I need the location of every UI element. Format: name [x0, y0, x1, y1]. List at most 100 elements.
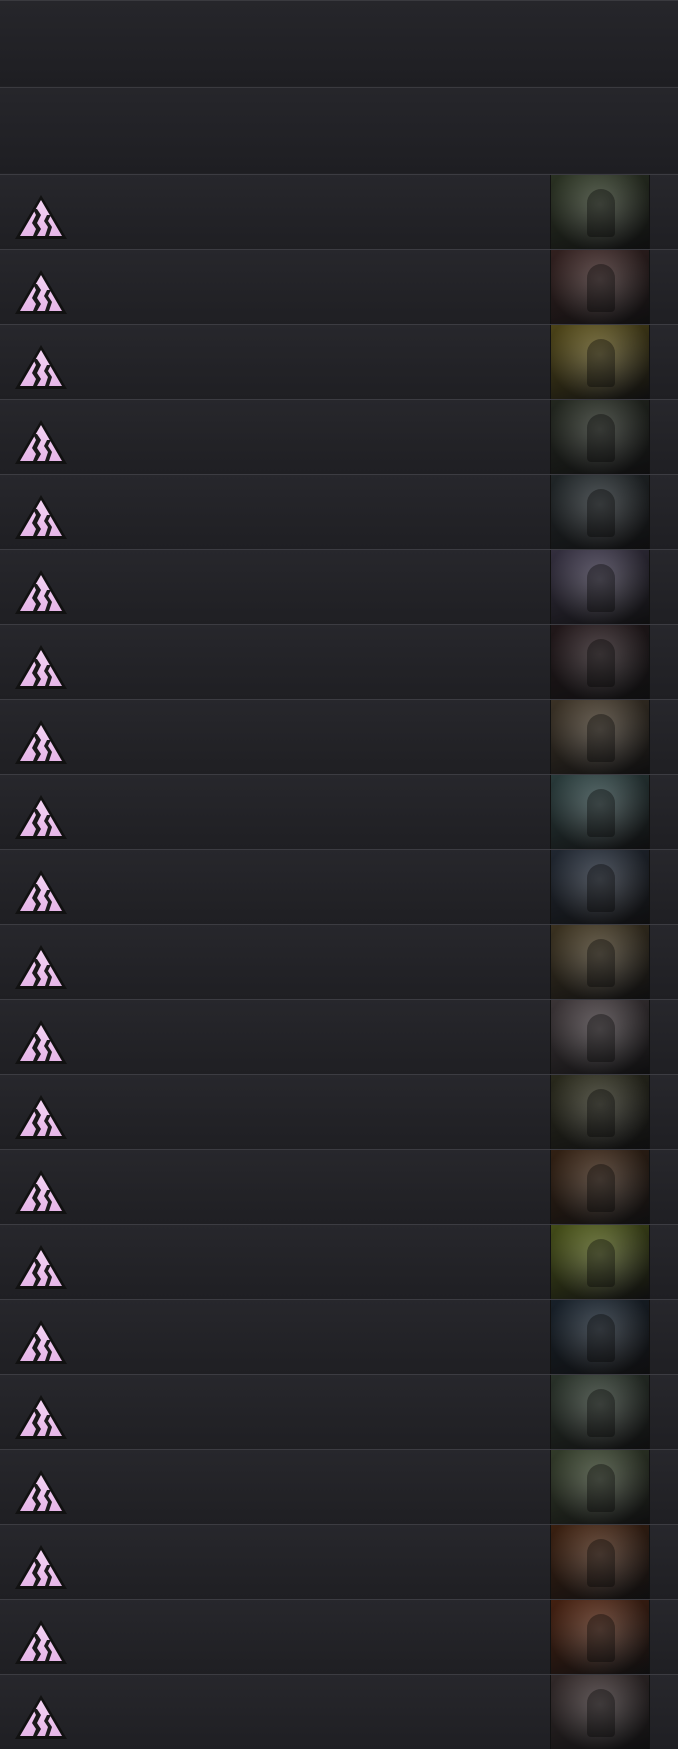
card-art-thumbnail[interactable]	[550, 625, 650, 699]
row-trailing-cell	[650, 1150, 678, 1224]
card-art-thumbnail[interactable]	[550, 400, 650, 474]
card-art-thumbnail[interactable]	[550, 1300, 650, 1374]
card-row[interactable]	[0, 1074, 678, 1149]
card-art-figure	[587, 1389, 615, 1437]
card-art-thumbnail[interactable]	[550, 1525, 650, 1599]
card-art-thumbnail[interactable]	[550, 850, 650, 924]
row-trailing-cell	[650, 325, 678, 399]
card-art-thumbnail[interactable]	[550, 550, 650, 624]
card-art-figure	[587, 414, 615, 462]
row-trailing-cell	[650, 475, 678, 549]
card-art-figure	[587, 864, 615, 912]
card-row[interactable]	[0, 249, 678, 324]
card-row[interactable]	[0, 1524, 678, 1599]
card-art-figure	[587, 939, 615, 987]
rarity-triangle-icon	[13, 418, 69, 466]
rarity-triangle-icon	[13, 1468, 69, 1516]
card-art-thumbnail[interactable]	[550, 700, 650, 774]
card-row[interactable]	[0, 624, 678, 699]
card-art-thumbnail[interactable]	[550, 1150, 650, 1224]
rarity-triangle-icon	[13, 1318, 69, 1366]
rarity-triangle-icon	[13, 1693, 69, 1741]
card-row[interactable]	[0, 399, 678, 474]
row-trailing-cell	[650, 1525, 678, 1599]
rarity-triangle-icon	[13, 493, 69, 541]
card-row[interactable]	[0, 324, 678, 399]
card-row[interactable]	[0, 924, 678, 999]
card-row[interactable]	[0, 474, 678, 549]
card-art-figure	[587, 1614, 615, 1662]
card-art-thumbnail[interactable]	[550, 775, 650, 849]
rarity-triangle-icon	[13, 943, 69, 991]
card-art-thumbnail[interactable]	[550, 325, 650, 399]
card-row[interactable]	[0, 549, 678, 624]
card-row[interactable]	[0, 1224, 678, 1299]
card-art-figure	[587, 714, 615, 762]
rarity-triangle-icon	[13, 793, 69, 841]
rarity-triangle-icon	[13, 1093, 69, 1141]
card-row[interactable]	[0, 774, 678, 849]
card-art-thumbnail[interactable]	[550, 1375, 650, 1449]
row-trailing-cell	[650, 1375, 678, 1449]
card-art-thumbnail[interactable]	[550, 1675, 650, 1749]
card-row[interactable]	[0, 1449, 678, 1524]
card-art-thumbnail[interactable]	[550, 250, 650, 324]
card-art-figure	[587, 639, 615, 687]
card-art-figure	[587, 1314, 615, 1362]
rarity-triangle-icon	[13, 568, 69, 616]
row-trailing-cell	[650, 1450, 678, 1524]
header-row	[0, 0, 678, 86]
rarity-triangle-icon	[13, 868, 69, 916]
card-art-thumbnail[interactable]	[550, 1225, 650, 1299]
card-row[interactable]	[0, 699, 678, 774]
card-row[interactable]	[0, 1674, 678, 1749]
row-trailing-cell	[650, 625, 678, 699]
card-art-figure	[587, 789, 615, 837]
card-art-figure	[587, 1689, 615, 1737]
row-trailing-cell	[650, 1075, 678, 1149]
card-art-figure	[587, 489, 615, 537]
card-art-figure	[587, 264, 615, 312]
header-row	[0, 87, 678, 173]
row-trailing-cell	[650, 1225, 678, 1299]
card-art-thumbnail[interactable]	[550, 925, 650, 999]
rarity-triangle-icon	[13, 343, 69, 391]
rarity-triangle-icon	[13, 1618, 69, 1666]
card-list	[0, 174, 678, 1749]
rarity-triangle-icon	[13, 193, 69, 241]
card-art-figure	[587, 189, 615, 237]
row-trailing-cell	[650, 925, 678, 999]
card-art-thumbnail[interactable]	[550, 1450, 650, 1524]
row-trailing-cell	[650, 1600, 678, 1674]
card-art-thumbnail[interactable]	[550, 1600, 650, 1674]
row-trailing-cell	[650, 775, 678, 849]
card-list-page	[0, 0, 678, 1749]
card-row[interactable]	[0, 1374, 678, 1449]
card-art-thumbnail[interactable]	[550, 475, 650, 549]
card-row[interactable]	[0, 1599, 678, 1674]
card-art-thumbnail[interactable]	[550, 1075, 650, 1149]
row-trailing-cell	[650, 550, 678, 624]
card-row[interactable]	[0, 1149, 678, 1224]
rarity-triangle-icon	[13, 1018, 69, 1066]
card-row[interactable]	[0, 849, 678, 924]
card-row[interactable]	[0, 1299, 678, 1374]
rarity-triangle-icon	[13, 1168, 69, 1216]
row-trailing-cell	[650, 700, 678, 774]
card-art-thumbnail[interactable]	[550, 175, 650, 249]
card-art-figure	[587, 1239, 615, 1287]
card-art-figure	[587, 339, 615, 387]
card-row[interactable]	[0, 999, 678, 1074]
card-art-figure	[587, 1464, 615, 1512]
card-art-thumbnail[interactable]	[550, 1000, 650, 1074]
rarity-triangle-icon	[13, 268, 69, 316]
card-art-figure	[587, 564, 615, 612]
card-art-figure	[587, 1014, 615, 1062]
card-row[interactable]	[0, 174, 678, 249]
row-trailing-cell	[650, 400, 678, 474]
row-trailing-cell	[650, 250, 678, 324]
row-trailing-cell	[650, 1300, 678, 1374]
rarity-triangle-icon	[13, 718, 69, 766]
row-trailing-cell	[650, 1675, 678, 1749]
card-art-figure	[587, 1164, 615, 1212]
